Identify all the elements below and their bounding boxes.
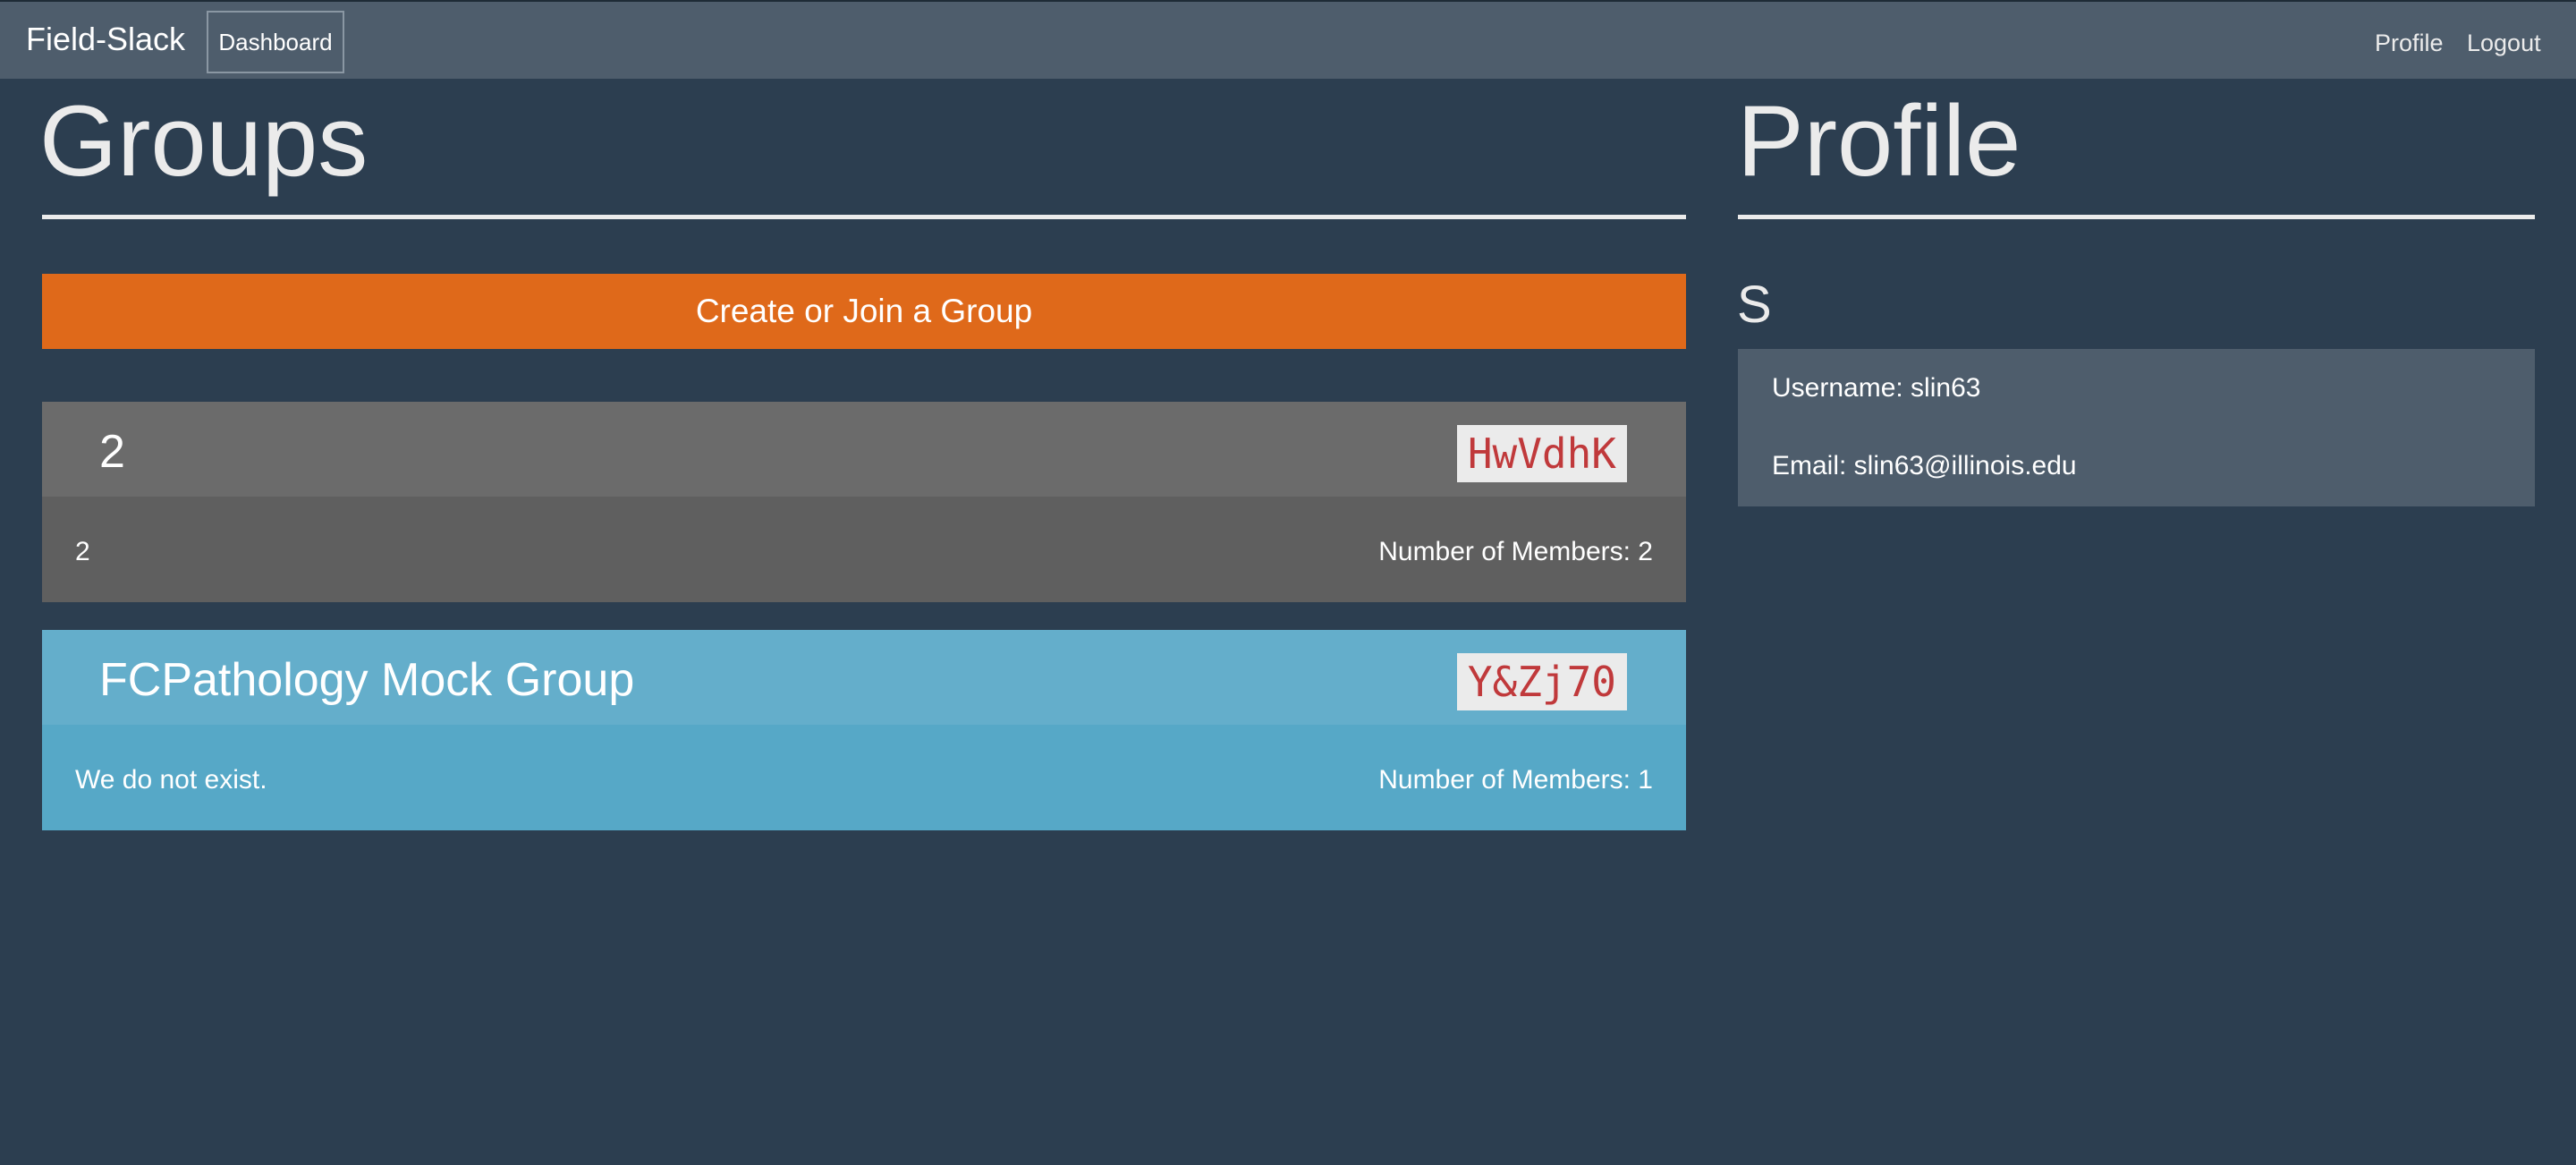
profile-initial: S (1737, 276, 1772, 334)
group-card[interactable]: 2 HwVdhK 2 Number of Members: 2 (42, 402, 1686, 602)
group-card-body: 2 Number of Members: 2 (42, 497, 1686, 602)
group-card-header: 2 HwVdhK (42, 402, 1686, 497)
profile-heading: Profile (1737, 85, 2021, 197)
group-join-code: HwVdhK (1456, 425, 1627, 482)
group-description: We do not exist. (75, 765, 267, 795)
profile-info-panel: Username: slin63 Email: slin63@illinois.… (1738, 349, 2535, 506)
groups-divider (42, 215, 1686, 219)
group-card[interactable]: FCPathology Mock Group Y&Zj70 We do not … (42, 630, 1686, 830)
profile-divider (1738, 215, 2535, 219)
create-or-join-group-button[interactable]: Create or Join a Group (42, 274, 1686, 349)
nav-dashboard-button[interactable]: Dashboard (207, 11, 344, 73)
nav-logout-link[interactable]: Logout (2467, 29, 2541, 57)
group-name: 2 (99, 426, 125, 478)
top-navbar: Field-Slack Dashboard Profile Logout (0, 0, 2576, 79)
nav-profile-link[interactable]: Profile (2375, 29, 2444, 57)
group-name: FCPathology Mock Group (99, 654, 635, 706)
group-join-code: Y&Zj70 (1456, 653, 1627, 710)
group-card-header: FCPathology Mock Group Y&Zj70 (42, 630, 1686, 725)
group-description: 2 (75, 537, 90, 566)
group-member-count: Number of Members: 2 (1378, 537, 1653, 566)
groups-heading: Groups (39, 85, 369, 197)
brand-link[interactable]: Field-Slack (26, 20, 185, 59)
group-card-body: We do not exist. Number of Members: 1 (42, 725, 1686, 830)
profile-username: Username: slin63 (1772, 373, 1981, 403)
profile-email: Email: slin63@illinois.edu (1772, 451, 2077, 480)
group-member-count: Number of Members: 1 (1378, 765, 1653, 795)
